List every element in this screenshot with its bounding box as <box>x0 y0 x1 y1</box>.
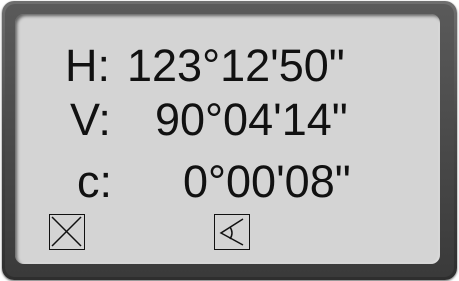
collimation-error-label: c: <box>77 156 113 207</box>
close-softkey[interactable] <box>49 214 85 250</box>
close-box-icon <box>51 216 82 247</box>
lcd-display: H: 123°12'50" V: 90°04'14" c: 0°00'08" <box>15 14 440 264</box>
target-softkey[interactable] <box>214 214 250 250</box>
collimation-error-value: 0°00'08" <box>183 156 351 207</box>
vertical-angle-value: 90°04'14" <box>155 94 348 145</box>
vertical-angle-label: V: <box>70 94 111 145</box>
prism-target-icon <box>219 218 244 246</box>
horizontal-angle-value: 123°12'50" <box>127 40 345 91</box>
horizontal-angle-label: H: <box>65 40 110 91</box>
